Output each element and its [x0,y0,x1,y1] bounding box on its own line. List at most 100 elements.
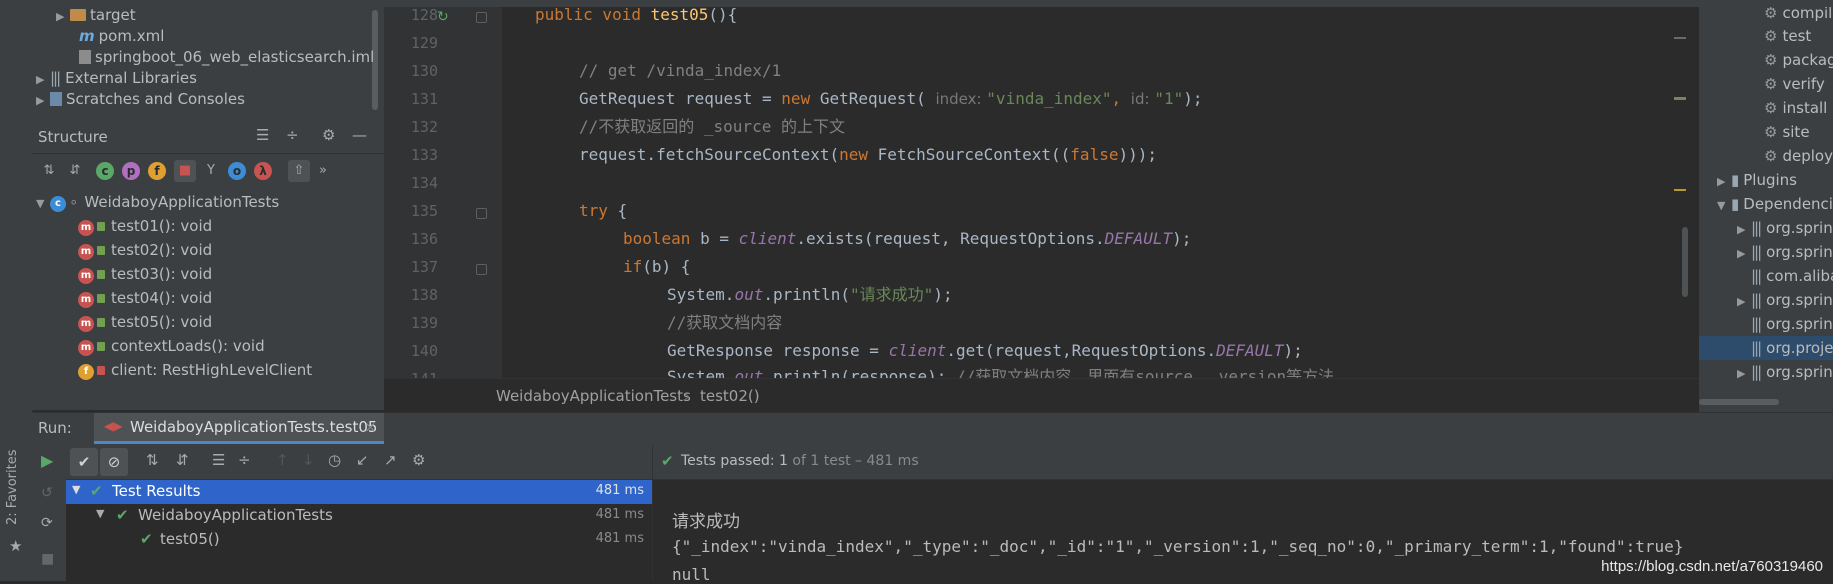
show-inherited-icon[interactable]: c [96,162,114,180]
more-icon[interactable]: » [312,160,334,182]
maven-dependency[interactable]: ▶|||org.springframework [1737,240,1833,264]
maven-dependencies[interactable]: ▼▮Dependencies [1717,192,1833,216]
maven-goal-test[interactable]: ⚙ test [1764,24,1833,48]
watermark: https://blog.csdn.net/a760319460 [1601,558,1823,575]
fold-marker-icon[interactable] [476,208,487,219]
sort-duration-icon[interactable]: ⇵ [176,451,189,469]
expand-arrow-icon[interactable]: ▶ [1737,362,1751,386]
maven-goal-compile[interactable]: ⚙compile [1764,7,1833,25]
console-line: {"_index":"vinda_index","_type":"_doc","… [672,537,1684,556]
test-class-row[interactable]: ▼ ✔ WeidaboyApplicationTests 481 ms [66,504,652,528]
maven-dependency[interactable]: |||com.alibaba [1751,264,1833,288]
expand-arrow-icon[interactable]: ▶ [56,5,70,29]
show-fields-icon[interactable]: f [148,162,166,180]
maven-file-icon: m [79,27,95,45]
test-results-row[interactable]: ▼ ✔ Test Results 481 ms [66,480,652,504]
field-icon: f [78,364,94,380]
maven-goal-install[interactable]: ⚙ install [1764,96,1833,120]
breadcrumb-method[interactable]: test02() [700,387,760,405]
gear-icon[interactable]: ⚙ [412,451,425,469]
collapse-all-icon[interactable]: ÷ [286,126,299,144]
structure-toolbar: ⇅ ⇵ c p f ■ Y o λ ⇧ » [32,154,384,188]
structure-class-row[interactable]: ▼ c ∘ WeidaboyApplicationTests [36,190,279,214]
import-tests-icon[interactable]: ↙ [356,451,369,469]
maven-scrollbar[interactable] [1699,399,1779,405]
show-lambdas-icon[interactable]: λ [254,162,272,180]
rerun-failed-icon[interactable]: ↺ [41,485,53,501]
public-icon [97,270,105,279]
filter-icon[interactable]: Y [200,160,222,182]
show-ignored-icon[interactable]: ⊘ [100,448,128,476]
structure-member[interactable]: m test03(): void [78,262,212,286]
gear-icon: ⚙ [1764,27,1778,45]
maven-goal-deploy[interactable]: ⚙ deploy [1764,144,1833,168]
maven-goal-package[interactable]: ⚙package [1764,48,1833,72]
close-tab-icon[interactable]: × [364,418,377,436]
structure-member[interactable]: m test02(): void [78,238,212,262]
stop-icon[interactable]: ■ [41,551,54,567]
collapse-arrow-icon[interactable]: ▼ [36,192,50,216]
collapse-arrow-icon[interactable]: ▼ [1717,194,1731,218]
expand-arrow-icon[interactable]: ▶ [1717,170,1731,194]
structure-member[interactable]: f client: RestHighLevelClient [78,358,312,382]
run-config-tab[interactable]: ◀▶ WeidaboyApplicationTests.test05 × [94,413,384,444]
show-properties-icon[interactable]: p [122,162,140,180]
fold-marker-icon[interactable] [476,12,487,23]
expand-all-icon[interactable]: ☰ [256,126,269,144]
maven-dependency-selected[interactable]: |||org.projectlombok [1699,336,1833,360]
maven-dependency[interactable]: ▶|||org.springframework [1737,360,1833,384]
structure-member[interactable]: m contextLoads(): void [78,334,265,358]
show-anonymous-icon[interactable]: o [228,162,246,180]
top-strip [0,0,1833,7]
sort-alpha-icon[interactable]: ⇵ [64,160,86,182]
maven-dependency[interactable]: ▶|||org.springframework [1737,216,1833,240]
collapse-arrow-icon[interactable]: ▼ [96,507,104,520]
favorites-stripe[interactable]: 2: Favorites ★ [0,445,32,581]
toggle-auto-test-icon[interactable]: ⟳ [41,515,53,531]
collapse-arrow-icon[interactable]: ▼ [72,483,80,496]
run-test-icon[interactable]: ↻ [437,9,449,25]
maven-plugins[interactable]: ▶ ▮ Plugins [1717,168,1833,192]
export-tests-icon[interactable]: ↗ [384,451,397,469]
gear-icon: ⚙ [1764,99,1778,117]
passed-check-icon: ✔ [661,452,674,470]
expand-all-icon[interactable]: ☰ [212,451,225,469]
fold-marker-icon[interactable] [476,264,487,275]
gear-icon[interactable]: ⚙ [322,126,335,144]
rerun-icon[interactable]: ▶ [41,451,53,470]
library-icon: ||| [50,69,61,87]
expand-arrow-icon[interactable]: ▶ [36,89,50,113]
maven-dependency[interactable]: ▶|||org.springframework [1737,288,1833,312]
favorites-tab[interactable]: 2: Favorites [5,449,20,525]
autoscroll-icon[interactable]: ⇧ [288,160,310,182]
public-icon [97,222,105,231]
maven-goal-site[interactable]: ⚙ site [1764,120,1833,144]
breadcrumb-class[interactable]: WeidaboyApplicationTests [496,387,691,405]
history-icon[interactable]: ◷ [328,451,341,469]
library-icon: ||| [1751,219,1762,237]
collapse-all-icon[interactable]: ÷ [238,451,251,469]
tree-item-scratches[interactable]: ▶ Scratches and Consoles [36,87,245,111]
test-method-row[interactable]: ✔ test05() 481 ms [66,528,652,552]
show-non-public-icon[interactable]: ■ [174,160,196,182]
previous-failed-icon[interactable]: ↑ [276,451,289,469]
gear-icon: ⚙ [1764,51,1778,69]
maven-goal-verify[interactable]: ⚙ verify [1764,72,1833,96]
gear-icon: ⚙ [1764,123,1778,141]
tests-passed-text: Tests passed: 1 of 1 test – 481 ms [681,453,919,469]
maven-dependency[interactable]: |||org.springframework [1751,312,1833,336]
expand-arrow-icon[interactable]: ▶ [1737,218,1751,242]
sort-alpha-icon[interactable]: ⇅ [146,451,159,469]
hide-icon[interactable]: — [352,126,367,144]
structure-member[interactable]: m test01(): void [78,214,212,238]
public-icon [97,246,105,255]
structure-member[interactable]: m test04(): void [78,286,212,310]
expand-arrow-icon[interactable]: ▶ [1737,290,1751,314]
expand-arrow-icon[interactable]: ▶ [1737,242,1751,266]
sort-visibility-icon[interactable]: ⇅ [38,160,60,182]
run-label: Run: [38,419,72,437]
editor-marker-rail[interactable] [1670,7,1690,378]
show-passed-icon[interactable]: ✔ [70,448,98,476]
structure-member[interactable]: m test05(): void [78,310,212,334]
next-failed-icon[interactable]: ↓ [302,451,315,469]
